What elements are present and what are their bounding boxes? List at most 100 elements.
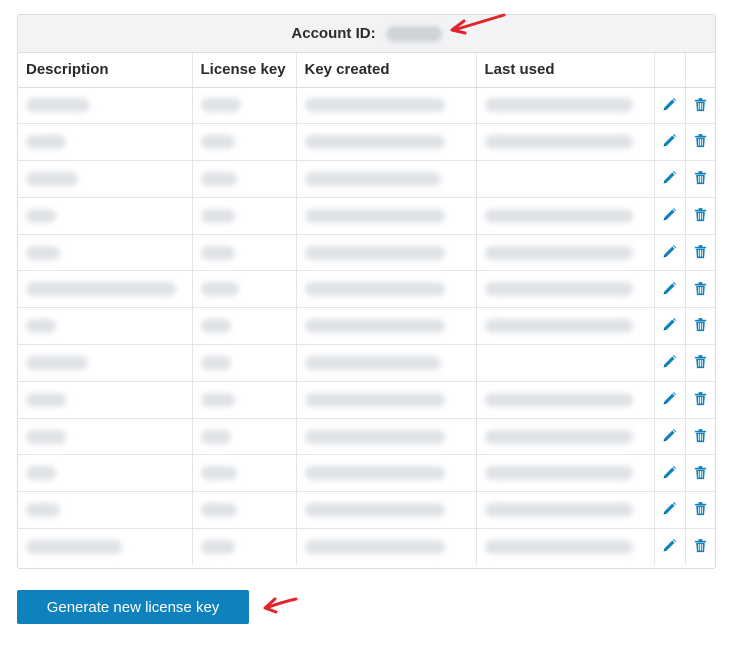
- pencil-icon[interactable]: [660, 462, 680, 482]
- license-key-cell-redacted: [192, 381, 297, 419]
- license-key-cell-redacted: [192, 160, 297, 198]
- account-id-label: Account ID:: [291, 25, 376, 42]
- key-created-cell-redacted: [296, 307, 477, 346]
- delete-cell: [685, 197, 715, 235]
- last-used-cell-redacted: [476, 160, 655, 198]
- trash-icon[interactable]: [690, 462, 710, 482]
- key-created-cell-redacted: [296, 87, 477, 125]
- pencil-icon[interactable]: [660, 389, 680, 409]
- generate-license-key-button[interactable]: Generate new license key: [17, 590, 249, 624]
- delete-cell: [685, 234, 715, 272]
- redacted-text: [304, 171, 441, 186]
- edit-cell: [654, 270, 686, 309]
- table-row: [18, 270, 715, 309]
- delete-cell: [685, 344, 715, 382]
- trash-icon[interactable]: [690, 131, 710, 151]
- redacted-text: [304, 466, 445, 481]
- trash-icon[interactable]: [690, 352, 710, 372]
- pencil-icon[interactable]: [660, 536, 680, 556]
- last-used-cell-redacted: [476, 307, 655, 346]
- description-cell-redacted: [18, 307, 193, 346]
- key-created-cell-redacted: [296, 491, 477, 530]
- table-row: [18, 491, 715, 530]
- redacted-text: [200, 245, 235, 260]
- table-row: [18, 123, 715, 162]
- redacted-text: [200, 282, 239, 297]
- pencil-icon[interactable]: [660, 168, 680, 188]
- pencil-icon[interactable]: [660, 205, 680, 225]
- trash-icon[interactable]: [690, 205, 710, 225]
- pencil-icon[interactable]: [660, 94, 680, 114]
- annotation-arrow-generate-button: [263, 597, 298, 614]
- key-created-cell-redacted: [296, 160, 477, 198]
- key-created-cell-redacted: [296, 528, 477, 566]
- redacted-text: [484, 135, 633, 150]
- description-cell-redacted: [18, 528, 193, 566]
- delete-cell: [685, 491, 715, 530]
- trash-icon[interactable]: [690, 94, 710, 114]
- edit-cell: [654, 307, 686, 346]
- redacted-text: [200, 355, 231, 370]
- trash-icon[interactable]: [690, 536, 710, 556]
- pencil-icon[interactable]: [660, 131, 680, 151]
- trash-icon[interactable]: [690, 278, 710, 298]
- redacted-text: [26, 429, 66, 444]
- table-row: [18, 307, 715, 346]
- redacted-text: [200, 171, 237, 186]
- redacted-text: [304, 503, 445, 518]
- delete-cell: [685, 307, 715, 346]
- license-key-cell-redacted: [192, 234, 297, 272]
- redacted-text: [200, 503, 237, 518]
- trash-icon[interactable]: [690, 241, 710, 261]
- edit-cell: [654, 528, 686, 566]
- delete-cell: [685, 529, 715, 566]
- redacted-text: [304, 282, 445, 297]
- redacted-text: [484, 429, 633, 444]
- pencil-icon[interactable]: [660, 425, 680, 445]
- description-cell-redacted: [18, 491, 193, 530]
- license-key-cell-redacted: [192, 344, 297, 382]
- table-row: [18, 87, 715, 125]
- table-row: [18, 197, 715, 235]
- annotation-arrow-account-id: [450, 13, 506, 35]
- key-created-cell-redacted: [296, 197, 477, 235]
- pencil-icon[interactable]: [660, 499, 680, 519]
- table-body: [18, 87, 715, 566]
- trash-icon[interactable]: [690, 168, 710, 188]
- edit-cell: [654, 418, 686, 456]
- redacted-text: [26, 540, 122, 555]
- trash-icon[interactable]: [690, 315, 710, 335]
- last-used-cell-redacted: [476, 381, 655, 419]
- redacted-text: [26, 319, 56, 334]
- table-row: [18, 528, 715, 566]
- column-header-edit: [654, 53, 686, 88]
- redacted-text: [304, 429, 445, 444]
- last-used-cell-redacted: [476, 491, 655, 530]
- description-cell-redacted: [18, 197, 193, 235]
- column-header-key-created: Key created: [296, 53, 477, 88]
- license-key-cell-redacted: [192, 87, 297, 125]
- redacted-text: [26, 503, 60, 518]
- trash-icon[interactable]: [690, 389, 710, 409]
- redacted-text: [200, 540, 235, 555]
- delete-cell: [685, 381, 715, 419]
- redacted-text: [304, 319, 445, 334]
- last-used-cell-redacted: [476, 234, 655, 272]
- column-header-description: Description: [18, 53, 193, 88]
- redacted-text: [304, 208, 445, 223]
- pencil-icon[interactable]: [660, 352, 680, 372]
- edit-cell: [654, 160, 686, 198]
- description-cell-redacted: [18, 270, 193, 309]
- pencil-icon[interactable]: [660, 315, 680, 335]
- redacted-text: [304, 245, 445, 260]
- description-cell-redacted: [18, 454, 193, 493]
- trash-icon[interactable]: [690, 425, 710, 445]
- license-key-cell-redacted: [192, 491, 297, 530]
- trash-icon[interactable]: [690, 499, 710, 519]
- pencil-icon[interactable]: [660, 241, 680, 261]
- license-keys-table: Description License key Key created Last…: [18, 53, 715, 566]
- key-created-cell-redacted: [296, 381, 477, 419]
- pencil-icon[interactable]: [660, 278, 680, 298]
- last-used-cell-redacted: [476, 270, 655, 309]
- description-cell-redacted: [18, 160, 193, 198]
